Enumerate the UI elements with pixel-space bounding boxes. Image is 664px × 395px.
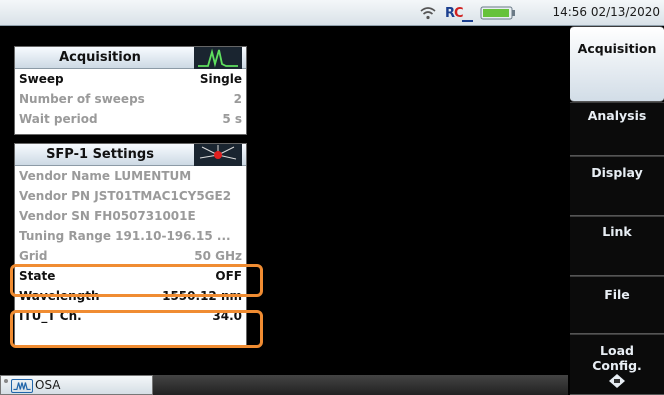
number-of-sweeps-label: Number of sweeps xyxy=(19,92,145,106)
acquisition-button-label: Acquisition xyxy=(577,41,657,56)
wavelength-row[interactable]: Wavelength 1550.12 nm xyxy=(15,286,246,306)
svg-text:C: C xyxy=(454,6,464,21)
file-button[interactable]: File xyxy=(570,276,664,334)
state-value: OFF xyxy=(215,269,242,283)
diskette-icon xyxy=(609,374,625,388)
grid-value: 50 GHz xyxy=(194,249,242,263)
wifi-icon xyxy=(420,7,436,20)
state-row[interactable]: State OFF xyxy=(15,266,246,286)
acquisition-button[interactable]: Acquisition xyxy=(570,26,664,102)
vendor-sn-row: Vendor SN FH050731001E xyxy=(15,206,246,226)
status-bar: R C 14:56 02/13/2020 xyxy=(0,0,664,26)
itu-channel-row[interactable]: ITU_T Ch. 34.0 xyxy=(15,306,246,326)
osa-tab[interactable]: OSA xyxy=(0,375,153,395)
state-label: State xyxy=(19,269,56,283)
battery-icon xyxy=(480,6,515,20)
number-of-sweeps-value: 2 xyxy=(233,92,242,106)
spectrum-icon xyxy=(194,47,242,69)
sfp-settings-panel: SFP-1 Settings Vendor Name LUMENTUM Vend… xyxy=(14,143,247,347)
tuning-range-text: Tuning Range 191.10-196.15 ... xyxy=(19,229,231,243)
file-button-label: File xyxy=(604,287,630,302)
sfp-panel-header: SFP-1 Settings xyxy=(15,144,246,166)
analysis-button[interactable]: Analysis xyxy=(570,102,664,156)
wait-period-row[interactable]: Wait period 5 s xyxy=(15,109,246,129)
sweep-value: Single xyxy=(199,72,242,86)
tuning-range-row: Tuning Range 191.10-196.15 ... xyxy=(15,226,246,246)
itu-channel-label: ITU_T Ch. xyxy=(19,309,82,323)
acquisition-panel-header: Acquisition xyxy=(15,47,246,69)
link-button[interactable]: Link xyxy=(570,216,664,276)
sweep-label: Sweep xyxy=(19,72,64,86)
vendor-pn-text: Vendor PN JST01TMAC1CY5GE2 xyxy=(19,189,232,203)
display-button-label: Display xyxy=(591,165,643,180)
itu-channel-value: 34.0 xyxy=(212,309,242,323)
analysis-button-label: Analysis xyxy=(587,108,647,123)
number-of-sweeps-row[interactable]: Number of sweeps 2 xyxy=(15,89,246,109)
vendor-pn-row: Vendor PN JST01TMAC1CY5GE2 xyxy=(15,186,246,206)
remote-control-icon: R C xyxy=(445,6,473,22)
laser-icon xyxy=(194,144,242,166)
acquisition-panel: Acquisition Sweep Single Number of sweep… xyxy=(14,46,247,135)
wait-period-value: 5 s xyxy=(222,112,242,126)
vendor-name-row: Vendor Name LUMENTUM xyxy=(15,166,246,186)
load-config-button[interactable]: Load Config. xyxy=(570,334,664,395)
vendor-name-text: Vendor Name LUMENTUM xyxy=(19,169,192,183)
grid-label: Grid xyxy=(19,249,48,263)
sweep-row[interactable]: Sweep Single xyxy=(15,69,246,89)
load-config-button-label-2: Config. xyxy=(592,358,642,373)
vendor-sn-text: Vendor SN FH050731001E xyxy=(19,209,196,223)
grid-row[interactable]: Grid 50 GHz xyxy=(15,246,246,266)
link-button-label: Link xyxy=(602,224,632,239)
status-clock: 14:56 02/13/2020 xyxy=(552,5,660,19)
acquisition-panel-title: Acquisition xyxy=(59,50,141,65)
osa-tab-label: OSA xyxy=(35,378,61,392)
sfp-panel-title: SFP-1 Settings xyxy=(46,147,154,162)
wavelength-value: 1550.12 nm xyxy=(162,289,242,303)
osa-wave-icon xyxy=(11,379,33,393)
load-config-button-label: Load xyxy=(600,343,634,358)
tab-indicator-dot xyxy=(4,379,8,383)
display-button[interactable]: Display xyxy=(570,156,664,216)
wait-period-label: Wait period xyxy=(19,112,98,126)
wavelength-label: Wavelength xyxy=(19,289,100,303)
softkey-sidebar: Acquisition Analysis Display Link File L… xyxy=(568,26,664,395)
